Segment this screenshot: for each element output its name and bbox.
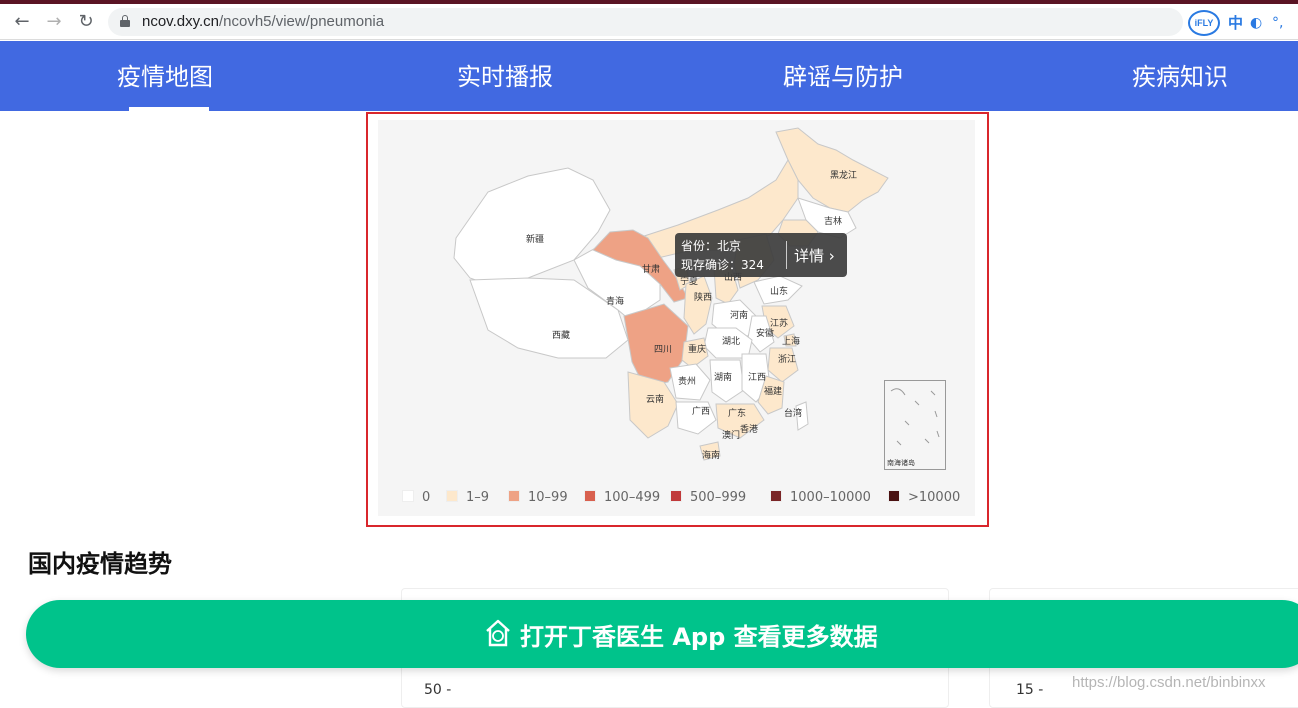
- label-sichuan: 四川: [654, 345, 672, 355]
- label-anhui: 安徽: [756, 327, 774, 339]
- china-epidemic-map[interactable]: 黑龙江 吉林 新疆 甘肃 宁夏 山西 山东 青海 陕西 河南 江苏 安徽 西藏 …: [378, 120, 975, 516]
- label-guangxi: 广西: [692, 405, 710, 417]
- legend-swatch: [584, 490, 596, 502]
- label-chongqing: 重庆: [688, 343, 706, 355]
- label-guangdong: 广东: [728, 407, 746, 419]
- reload-icon[interactable]: ↻: [74, 10, 98, 34]
- legend-swatch: [888, 490, 900, 502]
- legend-item[interactable]: 0: [402, 488, 430, 508]
- legend-label: 500–999: [690, 490, 747, 505]
- ifly-extension-icon[interactable]: iFLY: [1188, 10, 1220, 36]
- label-heilongjiang: 黑龙江: [830, 169, 857, 181]
- label-guizhou: 贵州: [678, 375, 696, 387]
- forward-arrow-icon[interactable]: →: [42, 10, 66, 34]
- trend-section-title: 国内疫情趋势: [28, 550, 172, 578]
- tooltip-province: 省份：北京: [681, 239, 742, 253]
- blog-watermark: https://blog.csdn.net/binbinxx: [1072, 674, 1266, 691]
- legend-item[interactable]: >10000: [888, 488, 960, 508]
- legend-label: >10000: [908, 490, 961, 505]
- legend-label: 1000–10000: [790, 490, 871, 505]
- legend-item[interactable]: 1–9: [446, 488, 489, 508]
- legend-label: 10–99: [528, 490, 568, 505]
- tab-epidemic-map[interactable]: 疫情地图: [65, 41, 265, 111]
- label-yunnan: 云南: [646, 393, 664, 405]
- active-tab-indicator: [129, 107, 209, 111]
- label-taiwan: 台湾: [784, 407, 802, 419]
- tab-label: 疫情地图: [117, 63, 213, 91]
- legend-item[interactable]: 100–499: [584, 488, 660, 508]
- tooltip-divider: [786, 241, 787, 269]
- tab-live-news[interactable]: 实时播报: [405, 41, 605, 111]
- url-path: /ncovh5/view/pneumonia: [218, 13, 385, 30]
- province-zhejiang: [767, 347, 799, 383]
- main-nav: 疫情地图 实时播报 辟谣与防护 疾病知识: [0, 41, 1298, 111]
- moon-icon[interactable]: ◐: [1250, 10, 1262, 36]
- legend-label: 1–9: [466, 490, 490, 505]
- legend-swatch: [402, 490, 414, 502]
- open-app-label: 打开丁香医生 App 查看更多数据: [520, 623, 878, 651]
- label-qinghai: 青海: [606, 295, 624, 307]
- label-shandong: 山东: [770, 285, 788, 297]
- hospital-home-icon: [486, 619, 510, 647]
- label-shanghai: 上海: [782, 335, 800, 347]
- legend-item[interactable]: 500–999: [670, 488, 746, 508]
- label-xizang: 西藏: [552, 329, 570, 341]
- legend-label: 0: [422, 490, 431, 505]
- label-macau: 澳门: [722, 429, 740, 441]
- legend-swatch: [446, 490, 458, 502]
- label-fujian: 福建: [764, 385, 782, 397]
- label-shaanxi: 陕西: [694, 291, 712, 303]
- legend-swatch: [670, 490, 682, 502]
- url-host: ncov.dxy.cn: [142, 13, 219, 30]
- province-yunnan: [627, 371, 679, 439]
- url-text: ncov.dxy.cn/ncovh5/view/pneumonia: [142, 13, 384, 30]
- tab-disease-knowledge[interactable]: 疾病知识: [1080, 41, 1280, 111]
- open-app-button[interactable]: 打开丁香医生 App 查看更多数据: [26, 600, 1298, 668]
- label-xinjiang: 新疆: [526, 233, 544, 245]
- label-jiangsu: 江苏: [770, 317, 788, 329]
- label-hunan: 湖南: [714, 371, 732, 383]
- tab-label: 辟谣与防护: [783, 63, 903, 91]
- tab-rumor-protection[interactable]: 辟谣与防护: [743, 41, 943, 111]
- south-china-sea-inset: 南海诸岛: [884, 380, 946, 470]
- chart-axis-tick: 50 -: [424, 682, 452, 698]
- inset-caption: 南海诸岛: [887, 459, 915, 467]
- legend-item[interactable]: 1000–10000: [770, 488, 871, 508]
- legend-swatch: [770, 490, 782, 502]
- browser-toolbar: ← → ↻ ncov.dxy.cn/ncovh5/view/pneumonia …: [0, 4, 1298, 40]
- chart-axis-tick: 15 -: [1016, 682, 1044, 698]
- tab-label: 疾病知识: [1132, 63, 1228, 91]
- map-tooltip: 省份：北京 现存确诊：324 详情 ›: [675, 233, 847, 277]
- label-hainan: 海南: [702, 449, 720, 461]
- legend-swatch: [508, 490, 520, 502]
- lock-icon: [120, 15, 130, 27]
- legend-label: 100–499: [604, 490, 661, 505]
- label-hongkong: 香港: [740, 423, 758, 435]
- label-jilin: 吉林: [824, 215, 842, 227]
- map-highlight-frame: 黑龙江 吉林 新疆 甘肃 宁夏 山西 山东 青海 陕西 河南 江苏 安徽 西藏 …: [366, 112, 989, 527]
- inset-islands-svg: [890, 388, 940, 446]
- punctuation-icon[interactable]: °,: [1272, 10, 1283, 36]
- legend-item[interactable]: 10–99: [508, 488, 568, 508]
- label-zhejiang: 浙江: [778, 353, 796, 365]
- tooltip-confirmed: 现存确诊：324: [681, 258, 764, 272]
- label-henan: 河南: [730, 309, 748, 321]
- input-method-icon[interactable]: 中: [1228, 10, 1243, 36]
- tooltip-detail-link[interactable]: 详情 ›: [794, 245, 835, 266]
- label-gansu: 甘肃: [642, 263, 660, 275]
- tab-label: 实时播报: [457, 63, 553, 91]
- label-jiangxi: 江西: [748, 372, 766, 383]
- back-arrow-icon[interactable]: ←: [10, 10, 34, 34]
- address-bar[interactable]: ncov.dxy.cn/ncovh5/view/pneumonia: [108, 8, 1183, 36]
- label-hubei: 湖北: [722, 336, 740, 347]
